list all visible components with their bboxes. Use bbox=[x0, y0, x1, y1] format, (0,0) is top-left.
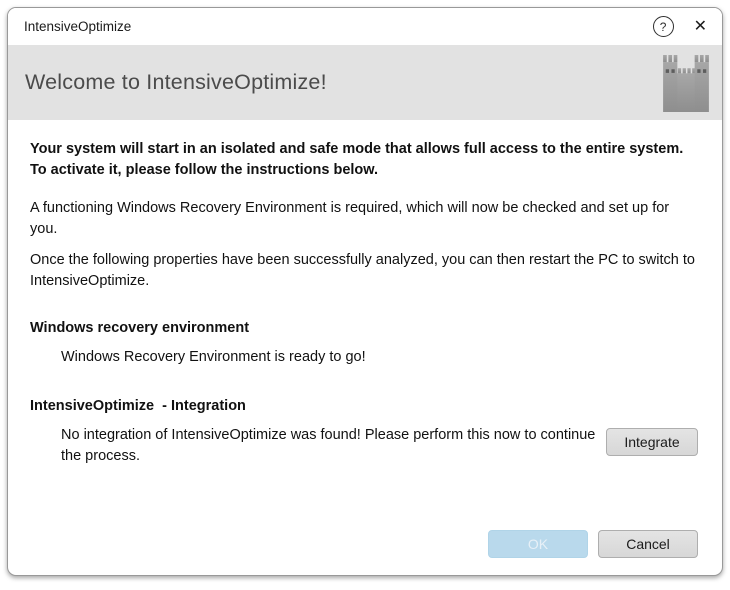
dialog-window: IntensiveOptimize ? ✕ Welcome to Intensi… bbox=[7, 7, 723, 576]
cancel-button[interactable]: Cancel bbox=[598, 530, 698, 558]
intro-text: Your system will start in an isolated an… bbox=[30, 139, 698, 181]
window-title: IntensiveOptimize bbox=[24, 19, 653, 34]
integration-status-text: No integration of IntensiveOptimize was … bbox=[61, 425, 606, 467]
close-icon[interactable]: ✕ bbox=[694, 19, 707, 35]
section-heading-recovery: Windows recovery environment bbox=[30, 318, 698, 339]
title-bar: IntensiveOptimize ? ✕ bbox=[8, 8, 722, 45]
dialog-content: Your system will start in an isolated an… bbox=[8, 120, 722, 575]
welcome-heading: Welcome to IntensiveOptimize! bbox=[25, 70, 663, 95]
ok-button[interactable]: OK bbox=[488, 530, 588, 558]
integrate-button[interactable]: Integrate bbox=[606, 428, 698, 456]
header-banner: Welcome to IntensiveOptimize! bbox=[8, 45, 722, 120]
section-integration: IntensiveOptimize - Integration No integ… bbox=[30, 396, 698, 467]
integration-row: No integration of IntensiveOptimize was … bbox=[30, 425, 698, 467]
help-icon[interactable]: ? bbox=[653, 16, 674, 37]
titlebar-controls: ? ✕ bbox=[653, 16, 707, 37]
section-recovery-environment: Windows recovery environment Windows Rec… bbox=[30, 318, 698, 396]
castle-icon bbox=[663, 55, 709, 117]
recovery-requirement-text: A functioning Windows Recovery Environme… bbox=[30, 198, 698, 240]
restart-info-text: Once the following properties have been … bbox=[30, 250, 698, 292]
section-heading-integration: IntensiveOptimize - Integration bbox=[30, 396, 698, 417]
footer-buttons: OK Cancel bbox=[30, 530, 698, 558]
recovery-status-text: Windows Recovery Environment is ready to… bbox=[61, 347, 698, 368]
